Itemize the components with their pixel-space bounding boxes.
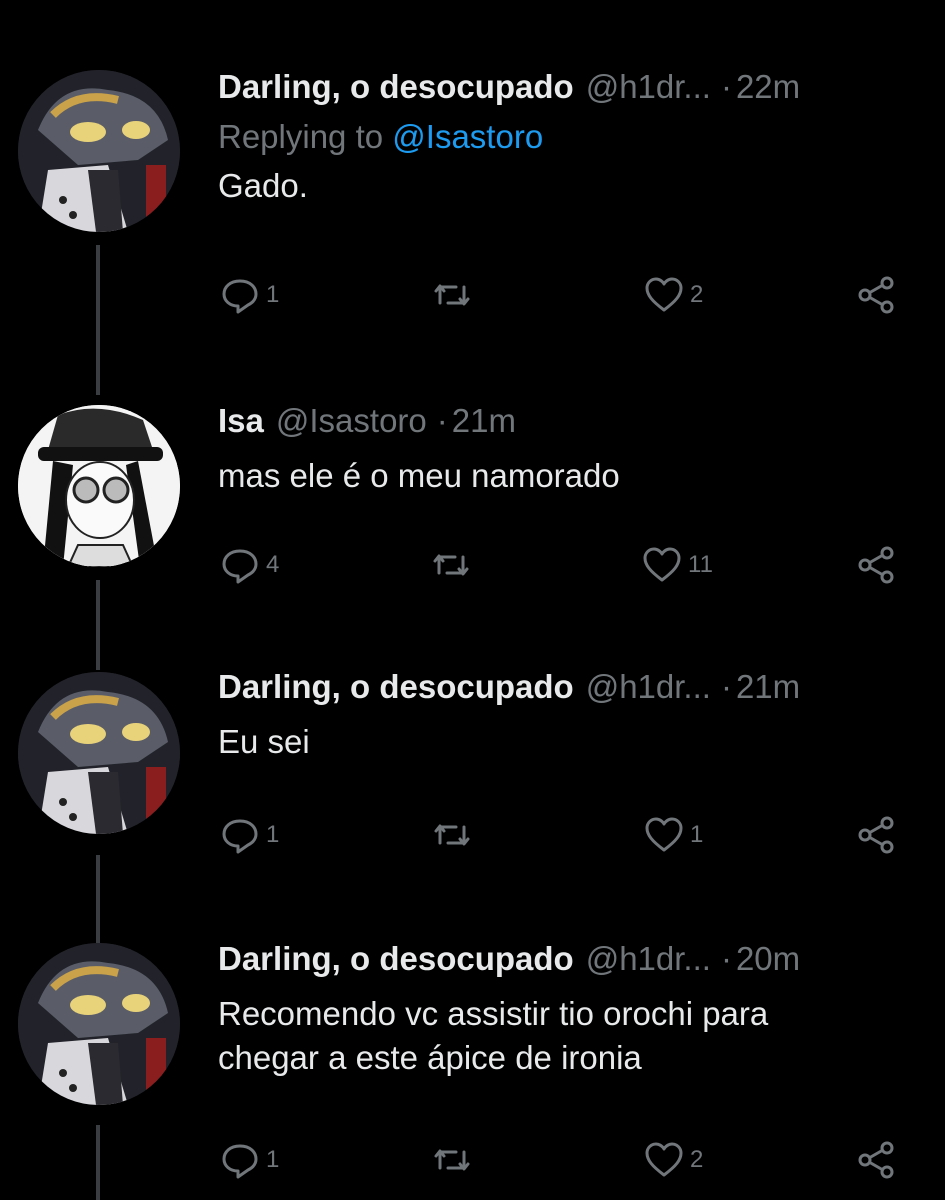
separator-dot: ·	[720, 940, 732, 977]
reply-button[interactable]: 1	[218, 1138, 288, 1182]
reply-count: 1	[266, 821, 280, 848]
user-handle[interactable]: @h1dr...	[586, 668, 711, 706]
like-button[interactable]: 2	[642, 273, 712, 317]
like-count: 2	[690, 281, 704, 308]
tweet-text-line: mas ele é o meu namorado	[218, 457, 620, 494]
avatar[interactable]	[18, 405, 180, 567]
retweet-button[interactable]	[430, 813, 500, 857]
share-button[interactable]	[854, 543, 898, 587]
separator-dot: ·	[720, 668, 732, 705]
timestamp[interactable]: 20m	[736, 940, 800, 978]
share-icon	[858, 816, 894, 854]
replying-mention-link[interactable]: @Isastoro	[392, 118, 543, 155]
share-button[interactable]	[854, 273, 898, 317]
retweet-icon	[434, 1149, 470, 1171]
wolf-avatar-icon	[18, 672, 180, 834]
reply-icon	[222, 819, 258, 854]
thread-line	[96, 855, 100, 945]
display-name[interactable]: Darling, o desocupado	[218, 68, 574, 106]
share-icon	[858, 1141, 894, 1179]
user-handle[interactable]: @h1dr...	[586, 940, 711, 978]
retweet-button[interactable]	[430, 1138, 500, 1182]
share-button[interactable]	[854, 1138, 898, 1182]
tweet-text: Gado.	[218, 164, 915, 208]
reply-button[interactable]: 4	[218, 543, 288, 587]
reply-count: 1	[266, 1146, 280, 1173]
share-button[interactable]	[854, 813, 898, 857]
reply-button[interactable]: 1	[218, 813, 288, 857]
avatar[interactable]	[18, 672, 180, 834]
tweet-text: Recomendo vc assistir tio orochi para ch…	[218, 992, 915, 1080]
display-name[interactable]: Darling, o desocupado	[218, 940, 574, 978]
like-icon	[645, 1142, 683, 1177]
like-button[interactable]: 2	[642, 1138, 712, 1182]
tweet-text-line: Eu sei	[218, 723, 310, 760]
retweet-icon	[433, 554, 469, 576]
display-name[interactable]: Isa	[218, 402, 264, 440]
retweet-icon	[434, 284, 470, 306]
like-button[interactable]: 11	[640, 543, 713, 587]
tweet-text-line: chegar a este ápice de ironia	[218, 1039, 642, 1076]
wolf-avatar-icon	[18, 943, 180, 1105]
tweet-text: mas ele é o meu namorado	[218, 454, 915, 498]
tweet-header: Darling, o desocupado @h1dr... · 22m	[218, 68, 915, 112]
like-icon	[643, 547, 681, 582]
reply-count: 1	[266, 281, 280, 308]
reply-count: 4	[266, 551, 280, 578]
like-icon	[645, 277, 683, 312]
replying-to: Replying to @Isastoro	[218, 118, 915, 156]
tweet-text: Eu sei	[218, 720, 915, 764]
reply-icon	[222, 549, 258, 584]
action-bar: 1 2	[218, 1135, 898, 1185]
separator-dot: ·	[720, 68, 732, 105]
like-count: 11	[688, 551, 713, 578]
retweet-icon	[434, 824, 470, 846]
action-bar: 4 11	[218, 540, 898, 590]
action-bar: 1 2	[218, 270, 898, 320]
replying-label: Replying to	[218, 118, 384, 155]
action-bar: 1 1	[218, 810, 898, 860]
timestamp[interactable]: 22m	[736, 68, 800, 106]
share-icon	[858, 276, 894, 314]
tweet-header: Darling, o desocupado @h1dr... · 20m	[218, 940, 915, 984]
tweet-text-line: Recomendo vc assistir tio orochi para	[218, 995, 769, 1032]
thread-line	[96, 580, 100, 670]
avatar[interactable]	[18, 943, 180, 1105]
timestamp[interactable]: 21m	[452, 402, 516, 440]
reply-icon	[222, 1144, 258, 1179]
tweet-header: Darling, o desocupado @h1dr... · 21m	[218, 668, 915, 712]
avatar[interactable]	[18, 70, 180, 232]
tweet-text-line: Gado.	[218, 167, 308, 204]
retweet-button[interactable]	[430, 273, 500, 317]
thread-line	[96, 1125, 100, 1200]
wolf-avatar-icon	[18, 70, 180, 232]
reply-icon	[222, 279, 258, 314]
user-handle[interactable]: @h1dr...	[586, 68, 711, 106]
user-handle[interactable]: @Isastoro	[276, 402, 427, 440]
display-name[interactable]: Darling, o desocupado	[218, 668, 574, 706]
share-icon	[858, 546, 894, 584]
tweet-header: Isa @Isastoro · 21m	[218, 402, 915, 446]
like-icon	[645, 817, 683, 852]
sunglasses-avatar-icon	[18, 405, 180, 567]
thread-line	[96, 245, 100, 395]
retweet-button[interactable]	[429, 543, 499, 587]
reply-button[interactable]: 1	[218, 273, 288, 317]
timestamp[interactable]: 21m	[736, 668, 800, 706]
like-button[interactable]: 1	[642, 813, 712, 857]
separator-dot: ·	[436, 402, 448, 439]
like-count: 2	[690, 1146, 704, 1173]
like-count: 1	[690, 821, 704, 848]
